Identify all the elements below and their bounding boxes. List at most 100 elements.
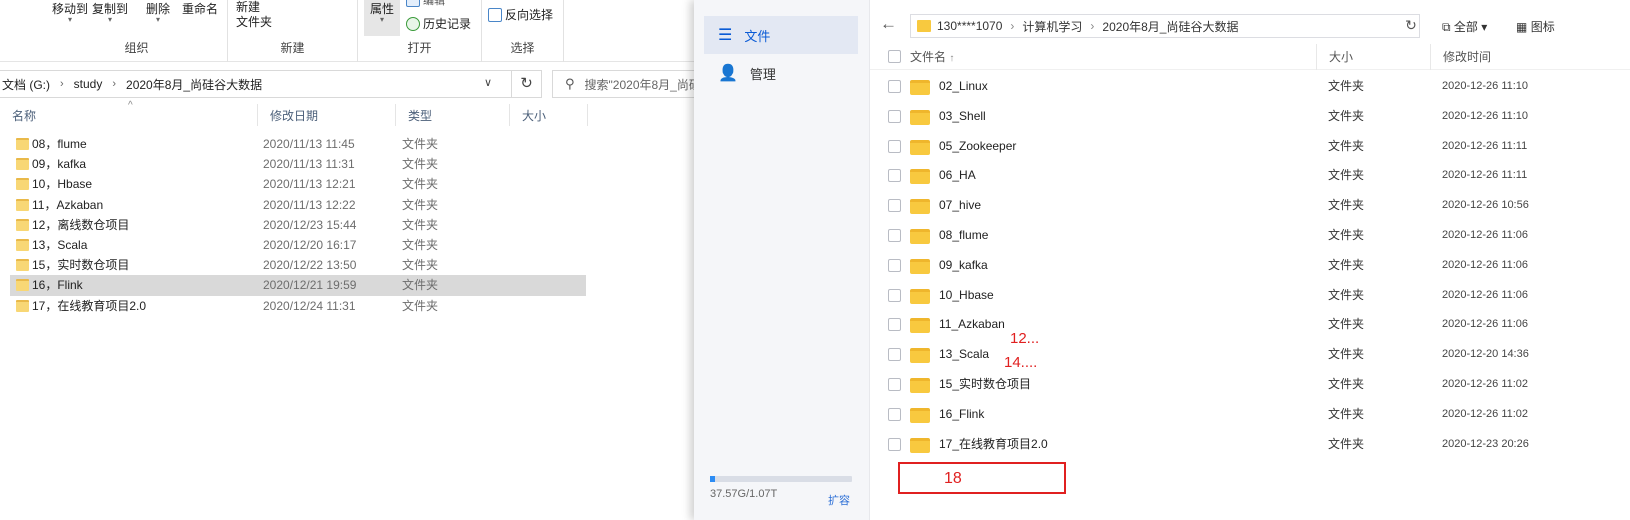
table-row[interactable]: 16，Flink 2020/12/21 19:59 文件夹 [10, 275, 586, 296]
table-row[interactable]: 12，离线数仓项目 2020/12/23 15:44 文件夹 [10, 215, 586, 235]
row-checkbox[interactable] [888, 109, 901, 123]
column-header-size[interactable]: 大小 [510, 104, 588, 126]
folder-icon [910, 377, 930, 393]
path-segment-study[interactable]: 计算机学习 [1022, 18, 1082, 35]
row-checkbox[interactable] [888, 407, 901, 421]
netdisk-path-bar[interactable]: 130****1070 › 计算机学习 › 2020年8月_尚硅谷大数据 [910, 14, 1420, 38]
folder-icon [910, 318, 930, 334]
filter-all-label: 全部 [1453, 20, 1478, 34]
file-name: 13，Scala [32, 237, 88, 252]
sidebar-item-files[interactable]: ☰ 文件 [704, 16, 858, 54]
row-checkbox[interactable] [888, 348, 901, 362]
table-row[interactable]: 11，Azkaban 2020/11/13 12:22 文件夹 [10, 195, 586, 215]
filter-all-dropdown[interactable]: ⧉ 全部 ▾ [1442, 18, 1487, 35]
file-name: 08，flume [32, 137, 87, 151]
file-name: 09，kafka [32, 157, 87, 172]
folder-icon [16, 279, 29, 292]
table-row[interactable]: 17，在线教育项目2.0 2020/12/24 11:31 文件夹 [10, 296, 586, 316]
history-label: 历史记录 [423, 17, 472, 31]
row-checkbox[interactable] [888, 437, 901, 451]
select-all-checkbox[interactable] [888, 50, 901, 63]
file-date: 2020/11/13 12:21 [263, 177, 356, 192]
row-checkbox[interactable] [888, 139, 901, 153]
folder-icon [917, 20, 931, 32]
ribbon-group-title: 打开 [407, 41, 432, 55]
delete-button[interactable]: 删除 ▾ [146, 0, 170, 24]
view-mode-button[interactable]: ▦ 图标 [1516, 18, 1555, 35]
file-type: 文件夹 [1328, 198, 1365, 213]
table-row[interactable]: 08，flume 2020/11/13 11:45 文件夹 [10, 134, 586, 154]
row-checkbox[interactable] [888, 258, 901, 272]
row-checkbox[interactable] [888, 199, 901, 213]
refresh-icon[interactable]: ↻ [1400, 14, 1422, 38]
back-arrow-icon[interactable]: ← [880, 14, 897, 34]
edit-button[interactable]: 编辑 [406, 0, 445, 8]
grid-icon: ▦ [1516, 20, 1528, 34]
table-row[interactable]: 10_Hbase 文件夹 2020-12-26 11:06 [870, 281, 1630, 311]
column-header-filename[interactable]: 文件名 ↑ [910, 44, 954, 70]
breadcrumb-folder[interactable]: 2020年8月_尚硅谷大数据 [126, 76, 262, 93]
file-type: 文件夹 [402, 137, 439, 151]
row-checkbox[interactable] [888, 169, 901, 183]
expand-storage-link[interactable]: 扩容 [828, 492, 850, 508]
sort-up-icon: ↑ [949, 53, 955, 64]
refresh-icon[interactable]: ↻ [512, 70, 542, 98]
move-to-button[interactable]: 移动到 ▾ [52, 0, 89, 24]
row-checkbox[interactable] [888, 80, 901, 93]
table-row[interactable]: 03_Shell 文件夹 2020-12-26 11:10 [870, 102, 1630, 132]
row-checkbox[interactable] [888, 288, 901, 302]
column-header-date[interactable]: 修改日期 [258, 104, 396, 126]
table-row[interactable]: 09_kafka 文件夹 2020-12-26 11:06 [870, 251, 1630, 281]
new-folder-button[interactable]: 新建 文件夹 [236, 0, 272, 30]
table-row[interactable]: 10，Hbase 2020/11/13 12:21 文件夹 [10, 174, 586, 194]
properties-button[interactable]: 属性 ▾ [370, 0, 394, 24]
table-row[interactable]: 11_Azkaban 文件夹 2020-12-26 11:06 [870, 310, 1630, 340]
edit-icon [406, 0, 420, 7]
table-row[interactable]: 17_在线教育项目2.0 文件夹 2020-12-23 20:26 [870, 430, 1630, 460]
table-row[interactable]: 06_HA 文件夹 2020-12-26 11:11 [870, 161, 1630, 191]
file-date: 2020-12-26 11:11 [1442, 139, 1528, 152]
file-name: 11_Azkaban [939, 317, 1005, 332]
sidebar-item-label: 管理 [749, 66, 776, 82]
breadcrumb-study[interactable]: study [74, 77, 103, 91]
breadcrumb-drive[interactable]: 文档 (G:) [2, 76, 50, 93]
copy-to-button[interactable]: 复制到 ▾ [92, 0, 128, 24]
table-row[interactable]: 05_Zookeeper 文件夹 2020-12-26 11:11 [870, 132, 1630, 162]
path-segment-account[interactable]: 130****1070 [937, 19, 1002, 33]
sidebar-item-manage[interactable]: 👤 管理 [704, 54, 858, 92]
row-checkbox[interactable] [888, 377, 901, 391]
file-type: 文件夹 [1328, 257, 1365, 272]
file-name: 16_Flink [939, 406, 985, 421]
column-header-size[interactable]: 大小 [1316, 44, 1430, 70]
row-checkbox[interactable] [888, 318, 901, 332]
path-segment-folder[interactable]: 2020年8月_尚硅谷大数据 [1102, 18, 1238, 35]
table-row[interactable]: 07_hive 文件夹 2020-12-26 10:56 [870, 191, 1630, 221]
ribbon-group-new: 新建 文件夹 新建 [228, 0, 358, 62]
file-name: 02_Linux [939, 79, 988, 93]
history-button[interactable]: 历史记录 [406, 15, 471, 32]
folder-icon [910, 258, 930, 274]
row-checkbox[interactable] [888, 228, 901, 242]
invert-selection-button[interactable]: 反向选择 [488, 6, 553, 23]
address-bar[interactable]: 文档 (G:) › study › 2020年8月_尚硅谷大数据 [0, 70, 512, 98]
table-row[interactable]: 09，kafka 2020/11/13 11:31 文件夹 [10, 154, 586, 174]
table-row[interactable]: 08_flume 文件夹 2020-12-26 11:06 [870, 221, 1630, 251]
file-date: 2020-12-23 20:26 [1442, 437, 1529, 450]
move-to-label: 移动到 [52, 2, 89, 16]
file-type: 文件夹 [1328, 436, 1365, 451]
rename-button[interactable]: 重命名 [182, 0, 218, 17]
address-dropdown-icon[interactable]: ∨ [484, 76, 492, 89]
chevron-down-icon: ▾ [380, 15, 385, 24]
file-date: 2020/12/24 11:31 [263, 298, 356, 313]
column-header-type[interactable]: 类型 [396, 104, 510, 126]
chevron-right-icon: › [60, 78, 64, 90]
column-header-name[interactable]: 名称 [0, 104, 258, 126]
new-folder-label-1: 新建 [236, 0, 261, 14]
table-row[interactable]: 02_Linux 文件夹 2020-12-26 11:10 [870, 72, 1630, 102]
column-header-modified[interactable]: 修改时间 [1430, 44, 1630, 70]
table-row[interactable]: 15_实时数仓项目 文件夹 2020-12-26 11:02 [870, 370, 1630, 400]
table-row[interactable]: 13，Scala 2020/12/20 16:17 文件夹 [10, 235, 586, 255]
table-row[interactable]: 15，实时数仓项目 2020/12/22 13:50 文件夹 [10, 255, 586, 275]
table-row[interactable]: 16_Flink 文件夹 2020-12-26 11:02 [870, 400, 1630, 430]
table-row[interactable]: 13_Scala 文件夹 2020-12-20 14:36 [870, 340, 1630, 370]
